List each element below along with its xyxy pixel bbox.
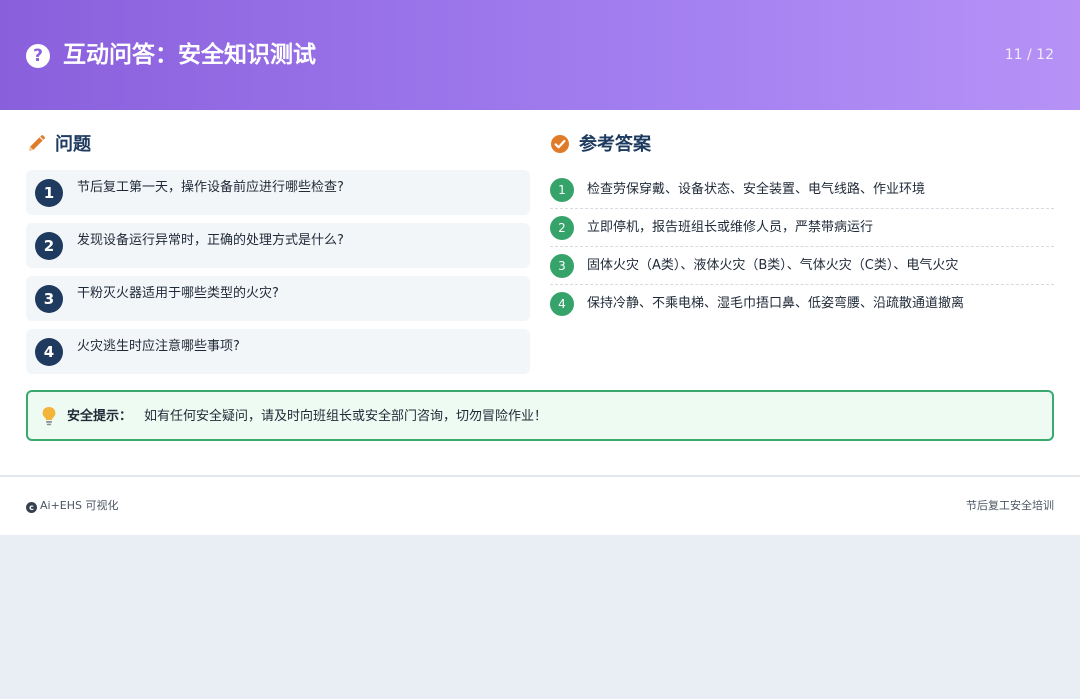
safety-tip-text: 如有任何安全疑问，请及时向班组长或安全部门咨询，切勿冒险作业！: [144, 409, 548, 424]
answer-text: 保持冷静、不乘电梯、湿毛巾捂口鼻、低姿弯腰、沿疏散通道撤离: [587, 296, 965, 311]
answer-item: 2 立即停机，报告班组长或维修人员，严禁带病运行: [550, 209, 1054, 247]
answer-number-badge: 3: [550, 254, 574, 278]
question-text: 火灾逃生时应注意哪些事项?: [77, 339, 240, 354]
copyright-icon: c: [26, 502, 37, 513]
question-number-badge: 4: [35, 338, 63, 366]
question-circle-icon: ?: [26, 44, 50, 68]
question-item: 1 节后复工第一天，操作设备前应进行哪些检查?: [26, 170, 530, 215]
lightbulb-icon: [42, 407, 56, 426]
question-number-badge: 3: [35, 285, 63, 313]
question-number-badge: 2: [35, 232, 63, 260]
footer-brand-text: Ai+EHS 可视化: [40, 499, 119, 512]
footer-divider: [0, 475, 1080, 477]
answer-item: 3 固体火灾（A类）、液体火灾（B类）、气体火灾（C类）、电气火灾: [550, 247, 1054, 285]
answers-heading: 参考答案: [579, 134, 651, 155]
page-indicator: 11 / 12: [1004, 47, 1054, 63]
safety-tip-banner: 安全提示： 如有任何安全疑问，请及时向班组长或安全部门咨询，切勿冒险作业！: [26, 390, 1054, 441]
question-text: 干粉灭火器适用于哪些类型的火灾?: [77, 286, 279, 301]
answer-item: 4 保持冷静、不乘电梯、湿毛巾捂口鼻、低姿弯腰、沿疏散通道撤离: [550, 285, 1054, 323]
page-title: 互动问答：安全知识测试: [63, 42, 316, 68]
answer-item: 1 检查劳保穿戴、设备状态、安全装置、电气线路、作业环境: [550, 171, 1054, 209]
answer-text: 立即停机，报告班组长或维修人员，严禁带病运行: [587, 220, 874, 235]
question-number-badge: 1: [35, 179, 63, 207]
footer-brand: c Ai+EHS 可视化: [26, 499, 119, 513]
question-text: 节后复工第一天，操作设备前应进行哪些检查?: [77, 180, 344, 195]
check-circle-icon: [551, 135, 569, 153]
answer-text: 检查劳保穿戴、设备状态、安全装置、电气线路、作业环境: [587, 182, 926, 197]
header-bar: ? 互动问答：安全知识测试 11 / 12: [0, 0, 1080, 110]
answer-number-badge: 4: [550, 292, 574, 316]
safety-tip-label: 安全提示：: [67, 409, 133, 424]
question-item: 2 发现设备运行异常时，正确的处理方式是什么?: [26, 223, 530, 268]
question-item: 3 干粉灭火器适用于哪些类型的火灾?: [26, 276, 530, 321]
answer-number-badge: 1: [550, 178, 574, 202]
question-text: 发现设备运行异常时，正确的处理方式是什么?: [77, 233, 344, 248]
answer-text: 固体火灾（A类）、液体火灾（B类）、气体火灾（C类）、电气火灾: [587, 258, 959, 273]
question-item: 4 火灾逃生时应注意哪些事项?: [26, 329, 530, 374]
answer-number-badge: 2: [550, 216, 574, 240]
slide: ? 互动问答：安全知识测试 11 / 12 问题 1 节后复工第一天，操作设备前…: [0, 0, 1080, 535]
questions-heading: 问题: [55, 134, 91, 155]
pencil-icon: [29, 135, 45, 151]
footer-course-name: 节后复工安全培训: [966, 499, 1054, 512]
